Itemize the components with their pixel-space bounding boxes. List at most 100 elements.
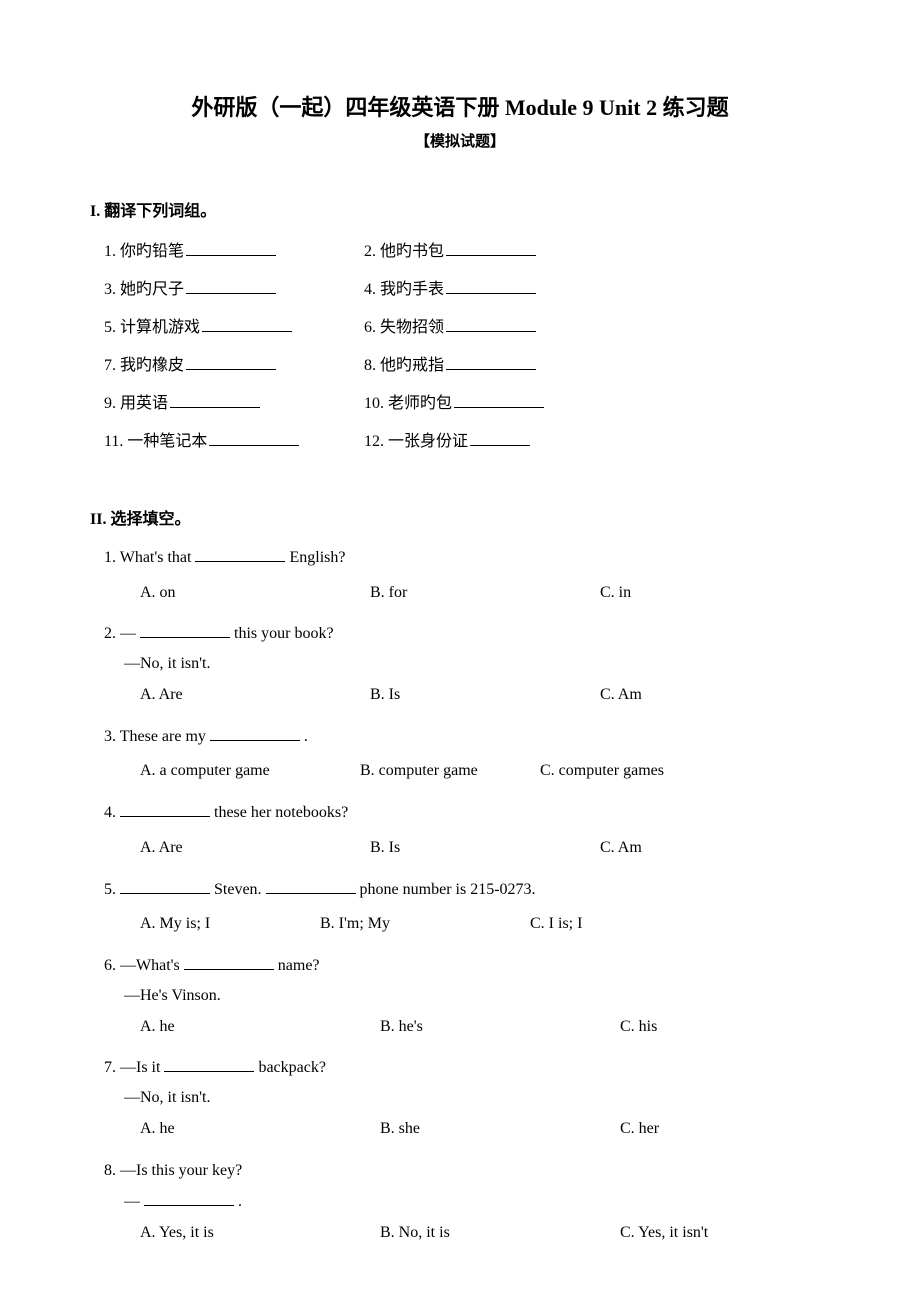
- item-number: 8.: [364, 357, 376, 375]
- blank-line[interactable]: [210, 726, 300, 741]
- blank-line[interactable]: [186, 355, 276, 370]
- item-text: 失物招领: [380, 313, 444, 337]
- blank-line[interactable]: [195, 547, 285, 562]
- question-options: A. Yes, it is B. No, it is C. Yes, it is…: [140, 1219, 830, 1248]
- stem-text: name?: [278, 957, 320, 974]
- question-subline: —No, it isn't.: [124, 655, 830, 673]
- item-text: 他旳戒指: [380, 351, 444, 375]
- option-c[interactable]: C. his: [620, 1013, 860, 1042]
- option-a[interactable]: A. Are: [140, 681, 370, 710]
- option-c[interactable]: C. I is; I: [530, 910, 760, 939]
- stem-text: 6. —What's: [104, 957, 184, 974]
- item-text: 你旳铅笔: [120, 237, 184, 261]
- phrase-item: 8. 他旳戒指: [364, 351, 624, 375]
- question-options: A. Are B. Is C. Am: [140, 681, 830, 710]
- question-subline: —He's Vinson.: [124, 987, 830, 1005]
- item-number: 4.: [364, 281, 376, 299]
- item-text: 老师旳包: [388, 389, 452, 413]
- question-subline: —No, it isn't.: [124, 1089, 830, 1107]
- stem-text: 8. —Is this your key?: [104, 1162, 242, 1179]
- item-text: 计算机游戏: [120, 313, 200, 337]
- blank-line[interactable]: [144, 1191, 234, 1206]
- option-b[interactable]: B. No, it is: [380, 1219, 620, 1248]
- phrase-row: 11. 一种笔记本 12. 一张身份证: [90, 427, 830, 451]
- item-number: 12.: [364, 433, 384, 451]
- item-number: 10.: [364, 395, 384, 413]
- stem-text: 3. These are my: [104, 728, 210, 745]
- item-text: 我旳橡皮: [120, 351, 184, 375]
- blank-line[interactable]: [446, 279, 536, 294]
- item-text: 一种笔记本: [127, 427, 207, 451]
- option-a[interactable]: A. on: [140, 579, 370, 608]
- option-b[interactable]: B. for: [370, 579, 600, 608]
- option-a[interactable]: A. he: [140, 1115, 380, 1144]
- stem-text: .: [238, 1193, 242, 1210]
- phrase-item: 1. 你旳铅笔: [104, 237, 364, 261]
- stem-text: backpack?: [258, 1059, 326, 1076]
- phrase-item: 2. 他旳书包: [364, 237, 624, 261]
- stem-text: 7. —Is it: [104, 1059, 164, 1076]
- item-number: 6.: [364, 319, 376, 337]
- question-stem: 2. — this your book?: [104, 621, 830, 647]
- blank-line[interactable]: [186, 241, 276, 256]
- blank-line[interactable]: [164, 1057, 254, 1072]
- blank-line[interactable]: [454, 393, 544, 408]
- item-text: 用英语: [120, 389, 168, 413]
- option-b[interactable]: B. he's: [380, 1013, 620, 1042]
- option-b[interactable]: B. I'm; My: [320, 910, 530, 939]
- phrase-item: 4. 我旳手表: [364, 275, 624, 299]
- option-a[interactable]: A. he: [140, 1013, 380, 1042]
- item-number: 7.: [104, 357, 116, 375]
- option-b[interactable]: B. Is: [370, 681, 600, 710]
- blank-line[interactable]: [446, 241, 536, 256]
- phrase-item: 11. 一种笔记本: [104, 427, 364, 451]
- option-a[interactable]: A. My is; I: [140, 910, 320, 939]
- option-c[interactable]: C. Am: [600, 834, 830, 863]
- stem-text: 5.: [104, 881, 120, 898]
- option-a[interactable]: A. Are: [140, 834, 370, 863]
- page-subtitle: 【模拟试题】: [90, 130, 830, 151]
- blank-line[interactable]: [140, 623, 230, 638]
- option-c[interactable]: C. in: [600, 579, 830, 608]
- option-c[interactable]: C. Am: [600, 681, 830, 710]
- option-a[interactable]: A. a computer game: [140, 757, 360, 786]
- blank-line[interactable]: [202, 317, 292, 332]
- phrase-item: 5. 计算机游戏: [104, 313, 364, 337]
- option-b[interactable]: B. Is: [370, 834, 600, 863]
- blank-line[interactable]: [209, 431, 299, 446]
- blank-line[interactable]: [184, 955, 274, 970]
- stem-text: .: [304, 728, 308, 745]
- blank-line[interactable]: [120, 802, 210, 817]
- question-stem: 1. What's that English?: [104, 545, 830, 571]
- stem-text: 2. —: [104, 625, 136, 642]
- phrase-row: 1. 你旳铅笔 2. 他旳书包: [90, 237, 830, 261]
- blank-line[interactable]: [170, 393, 260, 408]
- phrase-item: 9. 用英语: [104, 389, 364, 413]
- blank-line[interactable]: [186, 279, 276, 294]
- blank-line[interactable]: [446, 317, 536, 332]
- stem-text: English?: [289, 549, 345, 566]
- blank-line[interactable]: [470, 431, 530, 446]
- phrase-item: 3. 她旳尺子: [104, 275, 364, 299]
- option-b[interactable]: B. she: [380, 1115, 620, 1144]
- blank-line[interactable]: [266, 879, 356, 894]
- blank-line[interactable]: [446, 355, 536, 370]
- option-b[interactable]: B. computer game: [360, 757, 540, 786]
- option-a[interactable]: A. Yes, it is: [140, 1219, 380, 1248]
- blank-line[interactable]: [120, 879, 210, 894]
- item-number: 9.: [104, 395, 116, 413]
- item-text: 我旳手表: [380, 275, 444, 299]
- item-number: 2.: [364, 243, 376, 261]
- question-options: A. he B. she C. her: [140, 1115, 830, 1144]
- phrase-item: 6. 失物招领: [364, 313, 624, 337]
- option-c[interactable]: C. computer games: [540, 757, 770, 786]
- question-stem: 5. Steven. phone number is 215-0273.: [104, 877, 830, 903]
- question-stem: 8. —Is this your key?: [104, 1158, 830, 1184]
- question-options: A. My is; I B. I'm; My C. I is; I: [140, 910, 830, 939]
- question-subline: — .: [124, 1191, 830, 1211]
- item-text: 她旳尺子: [120, 275, 184, 299]
- option-c[interactable]: C. Yes, it isn't: [620, 1219, 860, 1248]
- option-c[interactable]: C. her: [620, 1115, 860, 1144]
- worksheet-page: 外研版（一起）四年级英语下册 Module 9 Unit 2 练习题 【模拟试题…: [0, 0, 920, 1316]
- stem-text: 1. What's that: [104, 549, 195, 566]
